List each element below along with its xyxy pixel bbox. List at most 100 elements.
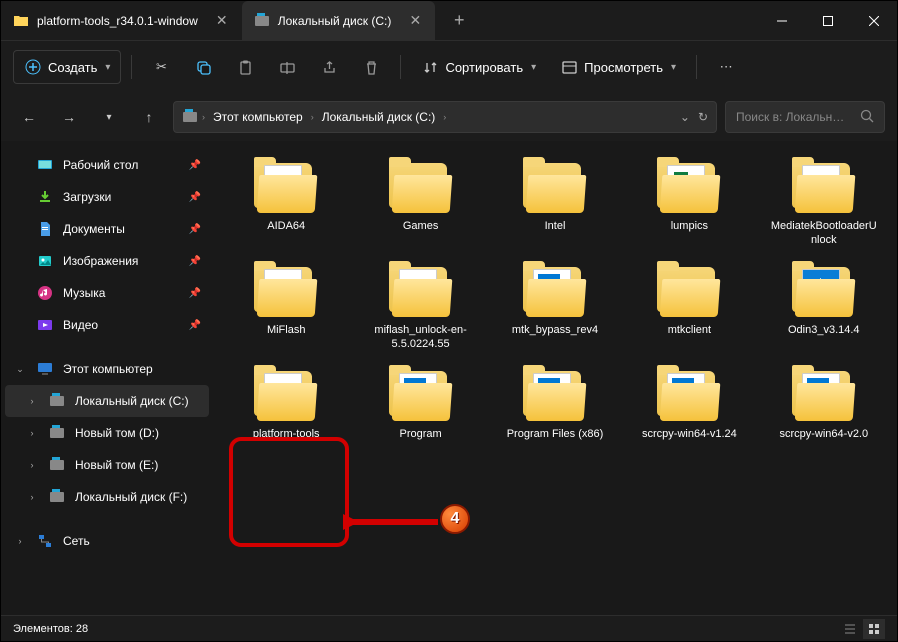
folder-item[interactable]: miflash_unlock-en-5.5.0224.55 <box>355 257 485 357</box>
folder-item[interactable]: mtkclient <box>624 257 754 357</box>
chevron-down-icon: ⌄ <box>13 364 27 375</box>
tab-local-disk[interactable]: Локальный диск (C:) ✕ <box>242 1 436 40</box>
cut-button[interactable]: ✂ <box>142 50 180 84</box>
folder-label: mtk_bypass_rev4 <box>512 323 598 337</box>
sidebar-item-desktop[interactable]: Рабочий стол📌 <box>5 149 209 181</box>
chevron-down-icon[interactable]: ⌄ <box>680 110 690 124</box>
back-button[interactable]: ← <box>13 101 45 133</box>
folder-icon <box>387 367 455 423</box>
tab-platform-tools[interactable]: platform-tools_r34.0.1-window ✕ <box>1 1 242 40</box>
sidebar-label: Рабочий стол <box>63 158 138 172</box>
search-input[interactable]: Поиск в: Локальн… <box>725 101 885 133</box>
sidebar-item-this-pc[interactable]: ⌄ Этот компьютер <box>5 353 209 385</box>
sidebar-item-downloads[interactable]: Загрузки📌 <box>5 181 209 213</box>
folder-icon <box>790 263 858 319</box>
folder-icon <box>252 263 320 319</box>
maximize-button[interactable] <box>805 1 851 41</box>
video-icon <box>37 317 53 333</box>
folder-icon <box>655 159 723 215</box>
disk-icon <box>49 393 65 409</box>
folder-item[interactable]: MediatekBootloaderUnlock <box>759 153 889 253</box>
sidebar: Рабочий стол📌Загрузки📌Документы📌Изображе… <box>1 141 213 615</box>
sidebar-label: Локальный диск (C:) <box>75 394 189 408</box>
share-button[interactable] <box>310 50 348 84</box>
sidebar-item-documents[interactable]: Документы📌 <box>5 213 209 245</box>
folder-item[interactable]: scrcpy-win64-v2.0 <box>759 361 889 447</box>
copy-button[interactable] <box>184 50 222 84</box>
chevron-right-icon: › <box>443 112 446 122</box>
chevron-down-icon[interactable]: ▾ <box>93 101 125 133</box>
folder-label: Intel <box>545 219 566 233</box>
statusbar: Элементов: 28 <box>1 615 897 641</box>
desktop-icon <box>37 157 53 173</box>
sidebar-label: Новый том (E:) <box>75 458 158 472</box>
folder-label: Program <box>400 427 442 441</box>
folder-item[interactable]: Intel <box>490 153 620 253</box>
sidebar-item-drive[interactable]: ›Новый том (D:) <box>5 417 209 449</box>
more-button[interactable]: ⋯ <box>707 50 745 84</box>
folder-icon <box>252 367 320 423</box>
sidebar-item-drive[interactable]: ›Локальный диск (C:) <box>5 385 209 417</box>
sort-icon <box>421 58 439 76</box>
status-item-count: Элементов: 28 <box>13 623 88 635</box>
folder-item[interactable]: AIDA64 <box>221 153 351 253</box>
sidebar-item-drive[interactable]: ›Новый том (E:) <box>5 449 209 481</box>
chevron-right-icon: › <box>202 112 205 122</box>
folder-item[interactable]: Odin3_v3.14.4 <box>759 257 889 357</box>
breadcrumb-item[interactable]: Локальный диск (C:) <box>318 108 440 126</box>
close-icon[interactable]: ✕ <box>407 13 423 29</box>
forward-button[interactable]: → <box>53 101 85 133</box>
folder-item[interactable]: Program Files (x86) <box>490 361 620 447</box>
folder-icon <box>252 159 320 215</box>
plus-circle-icon <box>24 58 42 76</box>
sort-button[interactable]: Сортировать ▾ <box>411 50 546 84</box>
folder-item[interactable]: mtk_bypass_rev4 <box>490 257 620 357</box>
breadcrumb-item[interactable]: Этот компьютер <box>209 108 307 126</box>
folder-item[interactable]: Program <box>355 361 485 447</box>
disk-icon <box>49 425 65 441</box>
delete-button[interactable] <box>352 50 390 84</box>
pin-icon: 📌 <box>189 192 201 203</box>
chevron-right-icon: › <box>13 536 27 546</box>
folder-item[interactable]: Games <box>355 153 485 253</box>
folder-label: MediatekBootloaderUnlock <box>769 219 879 247</box>
trash-icon <box>362 58 380 76</box>
close-icon[interactable]: ✕ <box>214 13 230 29</box>
icons-view-button[interactable] <box>863 619 885 639</box>
minimize-button[interactable] <box>759 1 805 41</box>
new-tab-button[interactable]: + <box>443 5 475 37</box>
folder-item[interactable]: MiFlash <box>221 257 351 357</box>
folder-icon <box>521 159 589 215</box>
sidebar-item-drive[interactable]: ›Локальный диск (F:) <box>5 481 209 513</box>
sidebar-item-music[interactable]: Музыка📌 <box>5 277 209 309</box>
network-icon <box>37 533 53 549</box>
up-button[interactable]: ↑ <box>133 101 165 133</box>
paste-button[interactable] <box>226 50 264 84</box>
sidebar-item-video[interactable]: Видео📌 <box>5 309 209 341</box>
folder-item[interactable]: scrcpy-win64-v1.24 <box>624 361 754 447</box>
details-view-button[interactable] <box>839 619 861 639</box>
folder-item[interactable]: platform-tools <box>221 361 351 447</box>
explorer-window: platform-tools_r34.0.1-window ✕ Локальны… <box>0 0 898 642</box>
sidebar-item-pictures[interactable]: Изображения📌 <box>5 245 209 277</box>
folder-label: Odin3_v3.14.4 <box>788 323 860 337</box>
folder-label: miflash_unlock-en-5.5.0224.55 <box>366 323 476 351</box>
sort-label: Сортировать <box>445 60 523 75</box>
create-button[interactable]: Создать ▾ <box>13 50 121 84</box>
folder-grid: AIDA64 Games Intel lumpics MediatekBootloade… <box>221 153 889 447</box>
sidebar-item-network[interactable]: › Сеть <box>5 525 209 557</box>
sidebar-label: Видео <box>63 318 98 332</box>
view-button[interactable]: Просмотреть ▾ <box>550 50 686 84</box>
refresh-button[interactable]: ↻ <box>698 110 708 124</box>
close-button[interactable] <box>851 1 897 41</box>
disk-icon <box>254 13 270 29</box>
folder-label: Games <box>403 219 438 233</box>
sidebar-label: Музыка <box>63 286 105 300</box>
breadcrumb[interactable]: › Этот компьютер › Локальный диск (C:) ›… <box>173 101 717 133</box>
disk-icon <box>182 109 198 125</box>
rename-button[interactable] <box>268 50 306 84</box>
folder-item[interactable]: lumpics <box>624 153 754 253</box>
sidebar-label: Новый том (D:) <box>75 426 159 440</box>
titlebar: platform-tools_r34.0.1-window ✕ Локальны… <box>1 1 897 41</box>
main: Рабочий стол📌Загрузки📌Документы📌Изображе… <box>1 141 897 615</box>
